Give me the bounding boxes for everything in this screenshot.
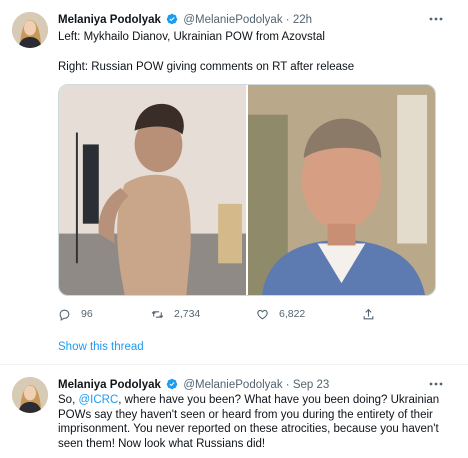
author-name[interactable]: Melaniya Podolyak	[58, 14, 161, 26]
tweet-text-line: Right: Russian POW giving comments on RT…	[58, 61, 355, 73]
timestamp[interactable]: 22h	[293, 14, 312, 26]
tweet[interactable]: Melaniya Podolyak @MelaniePodolyak · Sep…	[0, 364, 468, 458]
photo-left[interactable]	[59, 85, 246, 295]
like-count: 6,822	[279, 308, 306, 320]
author-handle[interactable]: @MelaniePodolyak	[183, 379, 282, 391]
tweet[interactable]: Melaniya Podolyak @MelaniePodolyak · 22h…	[0, 0, 468, 330]
like-button[interactable]: 6,822	[256, 305, 305, 323]
tweet-text: So, @ICRC, where have you been? What hav…	[58, 393, 454, 451]
retweet-count: 2,734	[174, 308, 201, 320]
avatar[interactable]	[12, 377, 48, 413]
avatar[interactable]	[12, 12, 48, 48]
media-grid[interactable]	[58, 84, 436, 296]
tweet-header: Melaniya Podolyak @MelaniePodolyak · 22h	[58, 13, 432, 27]
retweet-icon	[151, 310, 164, 318]
mention-link[interactable]: @ICRC	[78, 394, 118, 406]
reply-count: 96	[81, 308, 93, 320]
share-button[interactable]	[362, 305, 385, 323]
more-icon[interactable]	[428, 11, 444, 27]
reply-button[interactable]: 96	[58, 305, 93, 323]
timestamp[interactable]: Sep 23	[293, 379, 329, 391]
share-icon	[363, 308, 374, 319]
show-thread-link[interactable]: Show this thread	[58, 341, 144, 353]
verified-badge-icon	[166, 13, 178, 25]
separator: ·	[285, 379, 290, 391]
photo-right[interactable]	[247, 85, 435, 295]
separator: ·	[285, 14, 290, 26]
tweet-header: Melaniya Podolyak @MelaniePodolyak · Sep…	[58, 378, 432, 392]
tweet-text-line: Left: Mykhailo Dianov, Ukrainian POW fro…	[58, 31, 325, 43]
retweet-button[interactable]: 2,734	[151, 305, 200, 323]
more-icon[interactable]	[428, 376, 444, 392]
reply-icon	[59, 309, 70, 321]
like-icon	[257, 309, 268, 319]
author-handle[interactable]: @MelaniePodolyak	[183, 14, 282, 26]
tweet-text-prefix: So,	[58, 394, 79, 406]
verified-badge-icon	[166, 378, 178, 390]
author-name[interactable]: Melaniya Podolyak	[58, 379, 161, 391]
tweet-actions: 96 2,734 6,822	[58, 305, 436, 323]
